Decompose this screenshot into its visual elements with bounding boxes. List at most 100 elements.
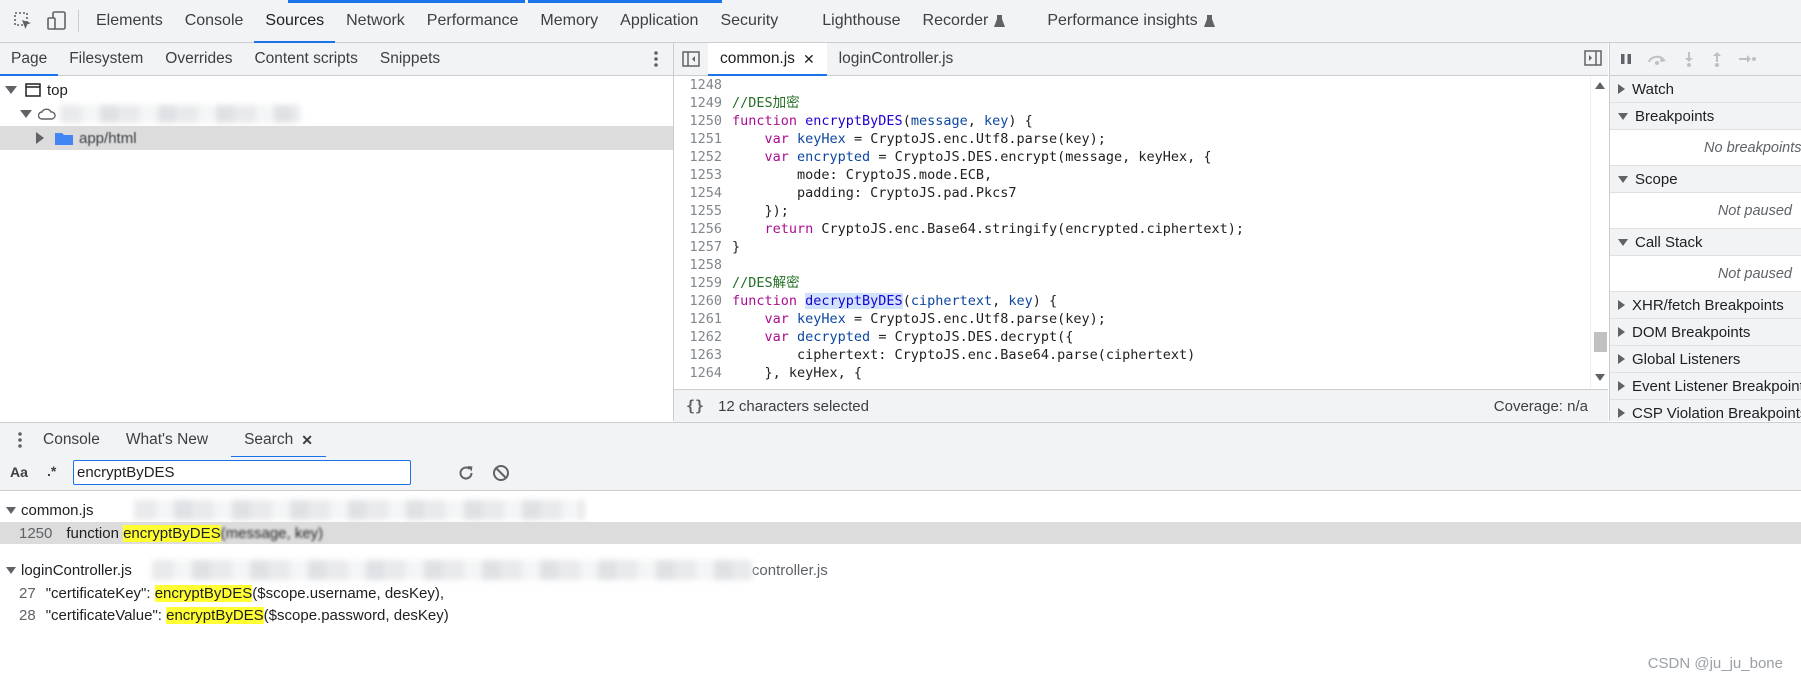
code-line[interactable]: 1248 (674, 76, 1590, 94)
line-number[interactable]: 1250 (674, 112, 722, 130)
code-line[interactable]: 1263 ciphertext: CryptoJS.enc.Base64.par… (674, 346, 1590, 364)
scroll-up-icon[interactable] (1595, 82, 1605, 89)
code-line[interactable]: 1251 var keyHex = CryptoJS.enc.Utf8.pars… (674, 130, 1590, 148)
regex-toggle[interactable]: .* (47, 463, 56, 479)
step-out-icon[interactable] (1710, 51, 1724, 67)
close-icon[interactable]: ✕ (301, 432, 313, 449)
step-icon[interactable] (1738, 53, 1756, 65)
tree-item-domain[interactable] (0, 102, 673, 126)
tab-recorder[interactable]: Recorder (912, 0, 1017, 42)
line-number[interactable]: 1261 (674, 310, 722, 328)
nav-tab-snippets[interactable]: Snippets (369, 43, 451, 75)
match-case-toggle[interactable]: Aa (10, 464, 28, 480)
line-number[interactable]: 1249 (674, 94, 722, 112)
line-number[interactable]: 1263 (674, 346, 722, 364)
nav-tab-content-scripts[interactable]: Content scripts (243, 43, 368, 75)
code-line[interactable]: 1250 function encryptByDES(message, key) … (674, 112, 1590, 130)
drawer-tab-console[interactable]: Console (30, 423, 113, 457)
step-over-icon[interactable] (1646, 53, 1668, 65)
nav-tab-overrides[interactable]: Overrides (154, 43, 243, 75)
code-line[interactable]: 1262 var decrypted = CryptoJS.DES.decryp… (674, 328, 1590, 346)
collapse-arrow-icon[interactable] (6, 566, 16, 574)
inspect-element-icon[interactable] (10, 8, 36, 34)
global-listeners-section-header[interactable]: Global Listeners (1610, 346, 1801, 373)
line-number[interactable]: 1256 (674, 220, 722, 238)
code-line[interactable]: 1253 mode: CryptoJS.mode.ECB, (674, 166, 1590, 184)
line-number[interactable]: 1257 (674, 238, 722, 256)
line-number[interactable]: 1258 (674, 256, 722, 274)
nav-tab-filesystem[interactable]: Filesystem (58, 43, 154, 75)
tab-network[interactable]: Network (335, 0, 416, 42)
pause-icon[interactable] (1620, 53, 1632, 65)
step-into-icon[interactable] (1682, 51, 1696, 67)
tab-elements[interactable]: Elements (85, 0, 174, 42)
pretty-print-icon[interactable]: {} (686, 397, 704, 415)
editor-scrollbar[interactable] (1590, 76, 1609, 388)
scrollbar-thumb[interactable] (1594, 332, 1607, 352)
line-number[interactable]: 1264 (674, 364, 722, 382)
result-file-header[interactable]: loginController.js controller.js (0, 559, 830, 581)
close-icon[interactable]: ✕ (803, 51, 815, 68)
code-line[interactable]: 1259 //DES解密 (674, 274, 1590, 292)
result-line[interactable]: 1250 function encryptByDES (message, key) (0, 522, 1801, 544)
tab-security[interactable]: Security (709, 0, 789, 42)
drawer-tab-search[interactable]: Search ✕ (231, 423, 326, 458)
tree-item-top[interactable]: top (0, 78, 673, 102)
scroll-down-icon[interactable] (1595, 374, 1605, 381)
xhr-breakpoints-section-header[interactable]: XHR/fetch Breakpoints (1610, 292, 1801, 319)
line-number[interactable]: 1253 (674, 166, 722, 184)
result-line[interactable]: 27 "certificateKey": encryptByDES ($scope… (0, 582, 444, 604)
line-number[interactable]: 1255 (674, 202, 722, 220)
line-number[interactable]: 1251 (674, 130, 722, 148)
toggle-debugger-icon[interactable] (1584, 50, 1602, 66)
csp-violation-breakpoints-section-header[interactable]: CSP Violation Breakpoints (1610, 400, 1801, 421)
nav-tab-page[interactable]: Page (0, 43, 59, 76)
code-line[interactable]: 1249 //DES加密 (674, 94, 1590, 112)
line-number[interactable]: 1260 (674, 292, 722, 310)
toggle-navigator-icon[interactable] (674, 43, 708, 75)
tree-item-folder[interactable]: app/html (0, 126, 673, 150)
breakpoints-section-header[interactable]: Breakpoints (1610, 103, 1801, 130)
collapse-arrow-icon[interactable] (36, 132, 44, 144)
code-line[interactable]: 1258 (674, 256, 1590, 274)
line-number[interactable]: 1254 (674, 184, 722, 202)
tab-application[interactable]: Application (609, 0, 709, 42)
dom-breakpoints-section-header[interactable]: DOM Breakpoints (1610, 319, 1801, 346)
code-line[interactable]: 1255 }); (674, 202, 1590, 220)
result-line[interactable]: 28 "certificateValue": encryptByDES ($sco… (0, 604, 449, 626)
tab-performance-insights[interactable]: Performance insights (1036, 0, 1225, 42)
expand-arrow-icon[interactable] (20, 110, 32, 118)
watch-section-header[interactable]: Watch (1610, 76, 1801, 103)
code-editor[interactable]: 1248 1249 //DES加密 1250 function encryptByDES… (674, 76, 1590, 388)
clear-icon[interactable] (492, 464, 510, 482)
tab-performance[interactable]: Performance (416, 0, 530, 42)
code-line[interactable]: 1261 var keyHex = CryptoJS.enc.Utf8.pars… (674, 310, 1590, 328)
line-number[interactable]: 1259 (674, 274, 722, 292)
drawer-menu-icon[interactable] (10, 431, 30, 449)
editor-tab-logincontroller-js[interactable]: loginController.js (827, 43, 966, 75)
search-input[interactable] (73, 460, 411, 485)
code-line[interactable]: 1260 function decryptByDES(ciphertext, ke… (674, 292, 1590, 310)
code-line[interactable]: 1254 padding: CryptoJS.pad.Pkcs7 (674, 184, 1590, 202)
line-number[interactable]: 1252 (674, 148, 722, 166)
device-toolbar-icon[interactable] (42, 8, 72, 34)
tab-lighthouse[interactable]: Lighthouse (811, 0, 911, 42)
event-listener-breakpoints-section-header[interactable]: Event Listener Breakpoints (1610, 373, 1801, 400)
line-number[interactable]: 1248 (674, 76, 722, 94)
code-line[interactable]: 1257} (674, 238, 1590, 256)
code-line[interactable]: 1252 var encrypted = CryptoJS.DES.encryp… (674, 148, 1590, 166)
tab-console[interactable]: Console (174, 0, 255, 42)
collapse-arrow-icon[interactable] (6, 506, 16, 514)
expand-arrow-icon[interactable] (5, 86, 17, 94)
code-line[interactable]: 1256 return CryptoJS.enc.Base64.stringif… (674, 220, 1590, 238)
call-stack-section-header[interactable]: Call Stack (1610, 229, 1801, 256)
more-options-icon[interactable] (651, 49, 661, 69)
refresh-icon[interactable] (457, 464, 475, 482)
line-number[interactable]: 1262 (674, 328, 722, 346)
tab-memory[interactable]: Memory (529, 0, 609, 42)
scope-section-header[interactable]: Scope (1610, 166, 1801, 193)
result-file-header[interactable]: common.js (0, 499, 600, 521)
drawer-tab-whats-new[interactable]: What's New (113, 423, 221, 457)
editor-tab-common-js[interactable]: common.js ✕ (708, 43, 827, 76)
tab-sources[interactable]: Sources (254, 0, 335, 43)
